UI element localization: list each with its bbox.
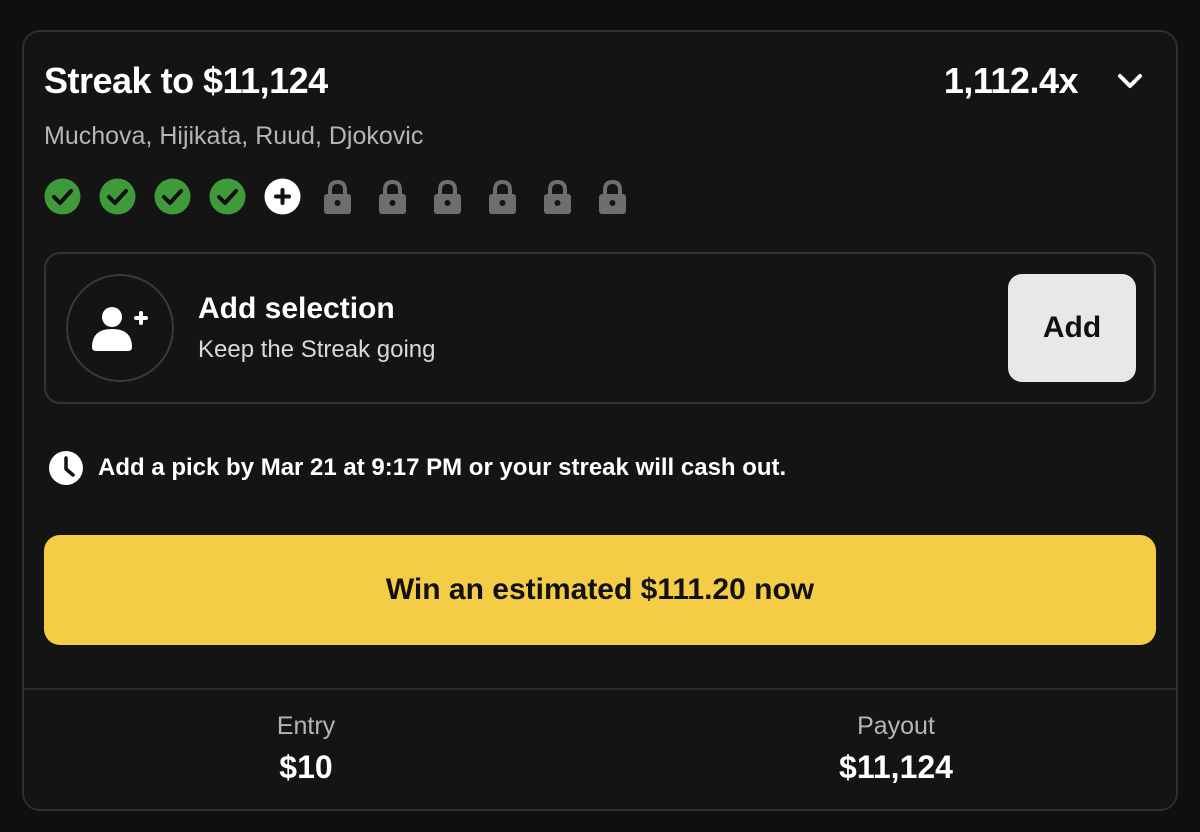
plus-circle-icon[interactable] <box>264 178 301 215</box>
deadline-notice: Add a pick by Mar 21 at 9:17 PM or your … <box>48 450 786 486</box>
clock-icon <box>49 451 83 485</box>
lock-icon <box>374 178 411 215</box>
deadline-text: Add a pick by Mar 21 at 9:17 PM or your … <box>98 454 787 481</box>
add-selection-title: Add selection <box>198 292 395 325</box>
lock-icon <box>429 178 466 215</box>
entry-label: Entry <box>276 712 336 740</box>
lock-icon <box>484 178 521 215</box>
check-circle-icon <box>99 178 136 215</box>
add-selection-panel: Add selection Keep the Streak going Add <box>44 252 1156 404</box>
entry-stat: Entry $10 <box>156 712 456 786</box>
payout-stat: Payout $11,124 <box>746 712 1046 786</box>
cashout-button[interactable]: Win an estimated $111.20 now <box>44 535 1156 645</box>
streak-title: Streak to $11,124 <box>44 60 328 101</box>
payout-value: $11,124 <box>839 749 953 785</box>
lock-icon <box>319 178 356 215</box>
add-selection-subtitle: Keep the Streak going <box>198 336 436 363</box>
payout-label: Payout <box>857 712 935 740</box>
player-list: Muchova, Hijikata, Ruud, Djokovic <box>44 122 424 150</box>
multiplier: 1,112.4x <box>943 60 1079 101</box>
check-circle-icon <box>209 178 246 215</box>
lock-icon <box>594 178 631 215</box>
add-user-icon <box>66 274 174 382</box>
lock-icon <box>539 178 576 215</box>
chevron-down-icon[interactable] <box>1112 66 1148 96</box>
streak-card: Streak to $11,124 1,112.4x Muchova, Hiji… <box>22 30 1178 811</box>
streak-progress <box>44 178 631 215</box>
entry-value: $10 <box>279 749 333 785</box>
check-circle-icon <box>44 178 81 215</box>
add-button[interactable]: Add <box>1008 274 1136 382</box>
check-circle-icon <box>154 178 191 215</box>
cashout-label: Win an estimated $111.20 now <box>385 573 815 606</box>
divider <box>24 688 1176 690</box>
